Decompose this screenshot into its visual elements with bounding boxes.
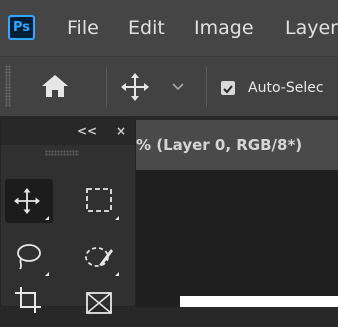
lasso-tool[interactable] — [5, 235, 53, 279]
menu-bar: Ps File Edit Image Layer — [0, 0, 338, 56]
tools-panel: << × — [0, 118, 136, 314]
tools-panel-grip[interactable] — [45, 150, 79, 156]
menu-layer[interactable]: Layer — [285, 14, 338, 42]
crop-icon — [15, 287, 41, 313]
menu-file[interactable]: File — [67, 14, 99, 42]
chevron-down-icon[interactable] — [170, 81, 186, 93]
move-icon[interactable] — [120, 72, 150, 102]
menu-edit[interactable]: Edit — [128, 14, 165, 42]
document-tab-label[interactable]: % (Layer 0, RGB/8*) — [136, 134, 302, 156]
move-icon — [14, 188, 49, 220]
move-tool[interactable] — [5, 179, 53, 223]
quick-select-tool[interactable] — [75, 235, 123, 279]
app-logo[interactable]: Ps — [8, 15, 35, 40]
crop-tool[interactable] — [5, 283, 53, 327]
close-panel-button[interactable]: × — [116, 123, 126, 139]
rect-marquee-icon — [86, 188, 119, 220]
tools-panel-header[interactable]: << × — [1, 119, 135, 145]
options-separator — [206, 67, 207, 107]
options-separator — [106, 67, 107, 107]
menu-image[interactable]: Image — [194, 14, 254, 42]
home-icon[interactable] — [40, 73, 70, 99]
marquee-tool[interactable] — [75, 179, 123, 223]
quick-select-icon — [85, 247, 119, 276]
collapse-panel-button[interactable]: << — [77, 123, 97, 139]
lasso-icon — [17, 244, 49, 276]
auto-select-checkbox[interactable] — [221, 81, 235, 95]
frame-tool[interactable] — [75, 283, 123, 327]
checkmark-icon — [223, 85, 233, 94]
canvas-area[interactable] — [120, 170, 338, 307]
auto-select-label[interactable]: Auto-Selec — [248, 77, 324, 99]
frame-icon — [86, 292, 112, 314]
options-bar-grip[interactable] — [5, 65, 11, 107]
canvas-document[interactable] — [180, 296, 338, 307]
options-bar: Auto-Selec — [0, 56, 338, 116]
